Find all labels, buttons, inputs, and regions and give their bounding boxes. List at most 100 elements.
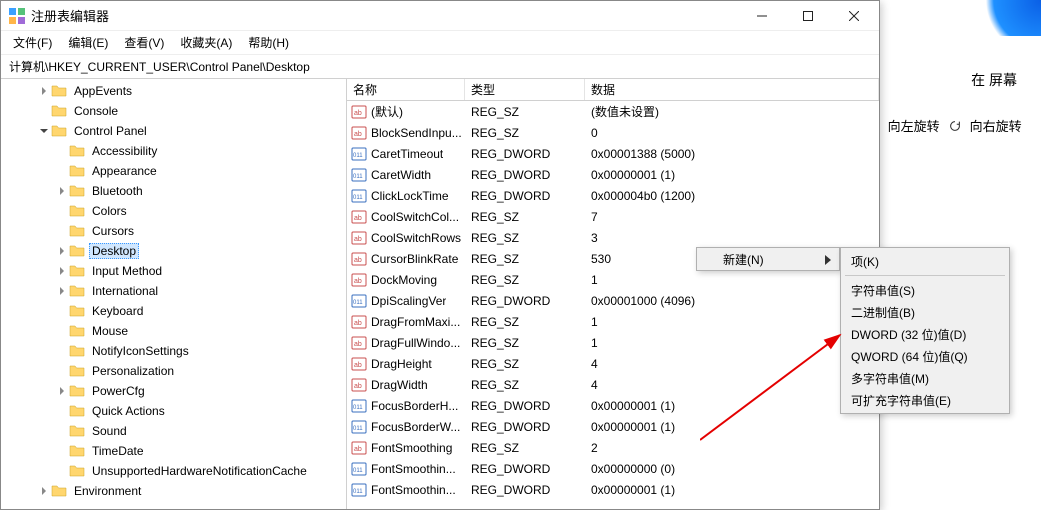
value-row[interactable]: 011CaretTimeoutREG_DWORD0x00001388 (5000… [347,143,879,164]
title-bar[interactable]: 注册表编辑器 [1,1,879,31]
submenu-item[interactable]: QWORD (64 位)值(Q) [841,345,1009,367]
folder-icon [51,123,67,139]
value-row[interactable]: 011CaretWidthREG_DWORD0x00000001 (1) [347,164,879,185]
expand-arrow-icon[interactable] [37,121,51,141]
submenu-item[interactable]: 多字符串值(M) [841,367,1009,389]
expand-arrow-icon[interactable] [55,421,69,441]
submenu-item[interactable]: 可扩充字符串值(E) [841,389,1009,411]
tree-node[interactable]: TimeDate [1,441,346,461]
expand-arrow-icon[interactable] [55,361,69,381]
tree-node[interactable]: Bluetooth [1,181,346,201]
tree-node[interactable]: Appearance [1,161,346,181]
col-data[interactable]: 数据 [585,79,879,100]
expand-arrow-icon[interactable] [55,241,69,261]
expand-arrow-icon[interactable] [55,461,69,481]
menu-item[interactable]: 文件(F) [5,32,60,53]
tree-node[interactable]: Environment [1,481,346,501]
value-row[interactable]: abDragHeightREG_SZ4 [347,353,879,374]
value-row[interactable]: abDockMovingREG_SZ1 [347,269,879,290]
tree-label: Input Method [89,263,165,279]
tree-node[interactable]: AppEvents [1,81,346,101]
tree-node[interactable]: Cursors [1,221,346,241]
tree-node[interactable]: UnsupportedHardwareNotificationCache [1,461,346,481]
values-pane[interactable]: 名称 类型 数据 ab(默认)REG_SZ(数值未设置)abBlockSendI… [347,79,879,509]
folder-icon [69,463,85,479]
expand-arrow-icon[interactable] [55,441,69,461]
value-row[interactable]: abDragFullWindo...REG_SZ1 [347,332,879,353]
tree-node[interactable]: Personalization [1,361,346,381]
value-row[interactable]: abBlockSendInpu...REG_SZ0 [347,122,879,143]
expand-arrow-icon[interactable] [55,181,69,201]
value-name: DpiScalingVer [371,294,446,308]
expand-arrow-icon[interactable] [55,321,69,341]
value-type: REG_DWORD [465,189,585,203]
value-row[interactable]: 011DpiScalingVerREG_DWORD0x00001000 (409… [347,290,879,311]
expand-arrow-icon[interactable] [55,221,69,241]
string-value-icon: ab [351,377,367,393]
tree-node[interactable]: Input Method [1,261,346,281]
value-row[interactable]: abDragFromMaxi...REG_SZ1 [347,311,879,332]
svg-text:ab: ab [354,110,362,117]
menu-item[interactable]: 查看(V) [116,32,172,53]
submenu-item[interactable]: 字符串值(S) [841,279,1009,301]
binary-value-icon: 011 [351,293,367,309]
value-row[interactable]: 011FocusBorderW...REG_DWORD0x00000001 (1… [347,416,879,437]
expand-arrow-icon[interactable] [55,261,69,281]
close-button[interactable] [831,1,877,31]
menu-item[interactable]: 帮助(H) [240,32,297,53]
expand-arrow-icon[interactable] [55,301,69,321]
tree-node[interactable]: Desktop [1,241,346,261]
expand-arrow-icon[interactable] [37,101,51,121]
minimize-button[interactable] [739,1,785,31]
tree-node[interactable]: Control Panel [1,121,346,141]
value-row[interactable]: abDragWidthREG_SZ4 [347,374,879,395]
col-name[interactable]: 名称 [347,79,465,100]
value-name: CaretWidth [371,168,431,182]
tree-node[interactable]: Mouse [1,321,346,341]
tree-node[interactable]: Colors [1,201,346,221]
expand-arrow-icon[interactable] [55,141,69,161]
value-row[interactable]: abCoolSwitchCol...REG_SZ7 [347,206,879,227]
context-submenu-new[interactable]: 项(K) 字符串值(S)二进制值(B)DWORD (32 位)值(D)QWORD … [840,247,1010,414]
svg-text:ab: ab [354,341,362,348]
tree-node[interactable]: International [1,281,346,301]
bg-rotate-right[interactable]: 向右旋转 [948,116,1022,135]
tree-node[interactable]: PowerCfg [1,381,346,401]
value-row[interactable]: 011FontSmoothin...REG_DWORD0x00000001 (1… [347,479,879,500]
value-row[interactable]: 011FontSmoothin...REG_DWORD0x00000000 (0… [347,458,879,479]
expand-arrow-icon[interactable] [55,341,69,361]
column-headers[interactable]: 名称 类型 数据 [347,79,879,101]
submenu-item[interactable]: DWORD (32 位)值(D) [841,323,1009,345]
submenu-item[interactable]: 项(K) [841,250,1009,272]
menu-item[interactable]: 编辑(E) [60,32,116,53]
expand-arrow-icon[interactable] [55,201,69,221]
context-menu-new[interactable]: 新建(N) [696,247,840,271]
tree-node[interactable]: Quick Actions [1,401,346,421]
value-row[interactable]: abFontSmoothingREG_SZ2 [347,437,879,458]
expand-arrow-icon[interactable] [55,381,69,401]
tree-node[interactable]: Console [1,101,346,121]
value-row[interactable]: 011FocusBorderH...REG_DWORD0x00000001 (1… [347,395,879,416]
expand-arrow-icon[interactable] [37,81,51,101]
menu-item[interactable]: 收藏夹(A) [172,32,240,53]
tree-node[interactable]: Keyboard [1,301,346,321]
expand-arrow-icon[interactable] [55,401,69,421]
svg-text:ab: ab [354,446,362,453]
value-row[interactable]: abCoolSwitchRowsREG_SZ3 [347,227,879,248]
tree-node[interactable]: Sound [1,421,346,441]
value-name: ClickLockTime [371,189,449,203]
value-name: DragFromMaxi... [371,315,460,329]
tree-node[interactable]: NotifyIconSettings [1,341,346,361]
address-bar[interactable]: 计算机\HKEY_CURRENT_USER\Control Panel\Desk… [1,55,879,79]
value-row[interactable]: ab(默认)REG_SZ(数值未设置) [347,101,879,122]
value-row[interactable]: 011ClickLockTimeREG_DWORD0x000004b0 (120… [347,185,879,206]
maximize-button[interactable] [785,1,831,31]
submenu-item[interactable]: 二进制值(B) [841,301,1009,323]
tree-node[interactable]: Accessibility [1,141,346,161]
expand-arrow-icon[interactable] [55,281,69,301]
menu-bar[interactable]: 文件(F)编辑(E)查看(V)收藏夹(A)帮助(H) [1,31,879,55]
col-type[interactable]: 类型 [465,79,585,100]
expand-arrow-icon[interactable] [37,481,51,501]
tree-pane[interactable]: AppEventsConsoleControl PanelAccessibili… [1,79,347,509]
expand-arrow-icon[interactable] [55,161,69,181]
